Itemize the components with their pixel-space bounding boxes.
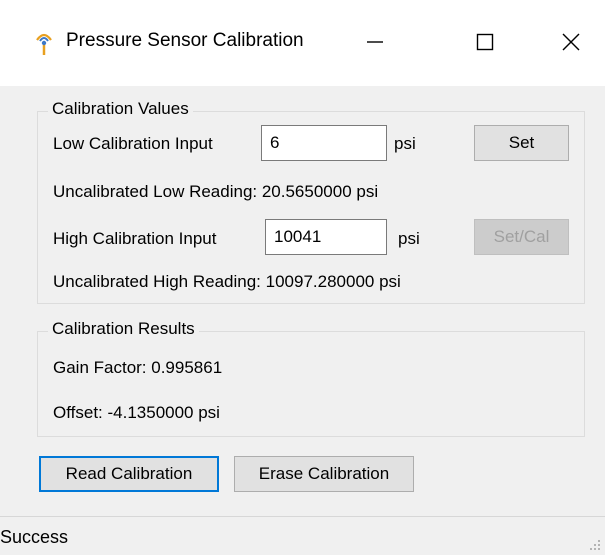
high-calibration-input[interactable] [265,219,387,255]
maximize-icon [476,33,494,51]
uncalibrated-high-reading: Uncalibrated High Reading: 10097.280000 … [53,272,401,291]
gain-factor-text: Gain Factor: 0.995861 [53,358,223,377]
app-icon [36,33,52,55]
high-calibration-label: High Calibration Input [53,229,217,248]
low-calibration-input[interactable] [261,125,387,161]
status-bar: Success [0,516,605,555]
low-calibration-label: Low Calibration Input [53,134,213,153]
calibration-results-heading: Calibration Results [48,319,199,339]
low-unit-label: psi [394,134,416,153]
title-bar: Pressure Sensor Calibration [0,0,605,86]
set-cal-button[interactable]: Set/Cal [474,219,569,255]
erase-calibration-button[interactable]: Erase Calibration [234,456,414,492]
calibration-values-heading: Calibration Values [48,99,193,119]
read-calibration-button[interactable]: Read Calibration [39,456,219,492]
window-title: Pressure Sensor Calibration [66,30,304,51]
minimize-button[interactable] [352,22,398,62]
uncalibrated-low-reading: Uncalibrated Low Reading: 20.5650000 psi [53,182,379,201]
set-button[interactable]: Set [474,125,569,161]
minimize-icon [367,41,383,43]
maximize-button[interactable] [462,22,508,62]
offset-text: Offset: -4.1350000 psi [53,403,220,422]
close-icon [562,33,580,51]
resize-grip-icon[interactable] [589,539,601,551]
calibration-window: Pressure Sensor Calibration Calibration … [0,0,605,555]
high-unit-label: psi [398,229,420,248]
status-text: Success [0,527,69,547]
close-button[interactable] [548,22,594,62]
